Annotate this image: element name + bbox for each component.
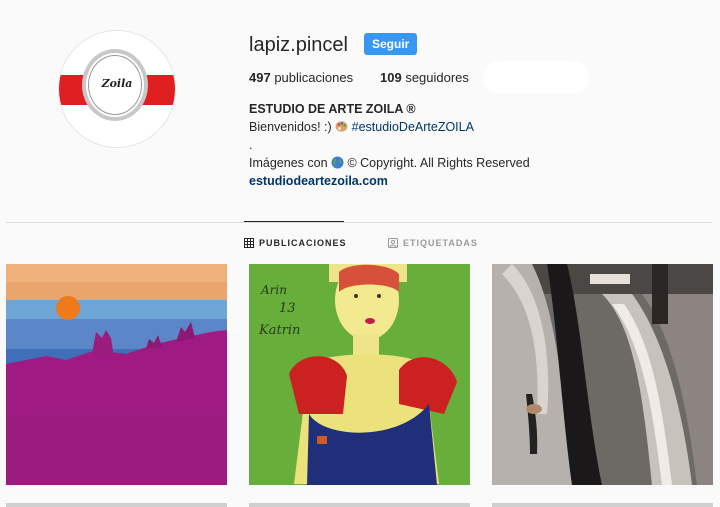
portrait-inscription-1: Arin bbox=[260, 283, 287, 297]
profile-username: lapiz.pincel bbox=[249, 34, 348, 56]
post-tile-row2-3[interactable] bbox=[492, 503, 713, 507]
bio-website-link[interactable]: estudiodeartezoila.com bbox=[249, 172, 530, 190]
palette-icon bbox=[335, 120, 348, 133]
avatar-logo-text: Zoila bbox=[101, 77, 133, 90]
bio-welcome: Bienvenidos! :) bbox=[249, 120, 336, 134]
street-photo-image bbox=[492, 264, 713, 485]
follow-button[interactable]: Seguir bbox=[364, 33, 418, 55]
followers-label: seguidores bbox=[401, 70, 469, 85]
tab-tagged-label: ETIQUETADAS bbox=[403, 238, 478, 248]
post-tile-street[interactable] bbox=[492, 264, 713, 485]
profile-avatar[interactable]: Zoila bbox=[58, 30, 176, 148]
bio-dot: . bbox=[249, 138, 253, 152]
portrait-drawing-image: Arin 13 Katrin bbox=[249, 264, 470, 485]
portrait-inscription-3: Katrin bbox=[258, 323, 300, 338]
bio-welcome-line: Bienvenidos! :) #estudioDeArteZOILA bbox=[249, 118, 530, 136]
posts-label: publicaciones bbox=[270, 70, 354, 85]
bio-copyright: © Copyright. All Rights Reserved bbox=[344, 156, 530, 170]
posts-count: 497 bbox=[249, 70, 271, 85]
bio-copyright-line: Imágenes con © Copyright. All Rights Res… bbox=[249, 154, 530, 172]
posts-stat[interactable]: 497 publicaciones bbox=[249, 70, 353, 85]
profile-bio: ESTUDIO DE ARTE ZOILA ® Bienvenidos! :) … bbox=[249, 100, 530, 190]
landscape-painting-image bbox=[6, 264, 227, 485]
portrait-inscription-2: 13 bbox=[279, 301, 296, 316]
tab-posts[interactable]: PUBLICACIONES bbox=[244, 238, 347, 248]
bio-name: ESTUDIO DE ARTE ZOILA ® bbox=[249, 102, 416, 116]
following-stat-placeholder bbox=[483, 61, 589, 93]
post-tile-landscape[interactable] bbox=[6, 264, 227, 485]
bio-images-prefix: Imágenes con bbox=[249, 156, 331, 170]
tagged-icon bbox=[388, 238, 398, 248]
grid-icon bbox=[244, 238, 254, 248]
globe-icon bbox=[331, 156, 344, 169]
post-tile-row2-1[interactable] bbox=[6, 503, 227, 507]
tab-tagged[interactable]: ETIQUETADAS bbox=[388, 238, 478, 248]
tabs-divider bbox=[6, 222, 712, 223]
post-tile-portrait[interactable]: Arin 13 Katrin bbox=[249, 264, 470, 485]
active-tab-indicator bbox=[244, 221, 344, 222]
post-tile-row2-2[interactable] bbox=[249, 503, 470, 507]
tab-posts-label: PUBLICACIONES bbox=[259, 238, 347, 248]
bio-hashtag[interactable]: #estudioDeArteZOILA bbox=[352, 120, 474, 134]
followers-count: 109 bbox=[380, 70, 402, 85]
followers-stat[interactable]: 109 seguidores bbox=[380, 70, 469, 85]
